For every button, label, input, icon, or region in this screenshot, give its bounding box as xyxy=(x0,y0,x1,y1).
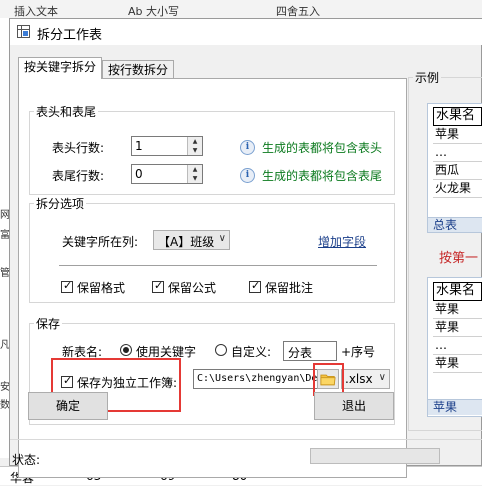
keep-format-label: 保留格式 xyxy=(77,281,126,295)
add-field-link[interactable]: 增加字段 xyxy=(318,233,366,250)
custom-name-label: 自定义: xyxy=(231,345,272,359)
spin-up-icon[interactable]: ▲ xyxy=(188,137,202,146)
progress-bar xyxy=(310,448,440,464)
header-rows-value: 1 xyxy=(135,139,143,153)
keep-comment-checkbox[interactable]: ✓ xyxy=(249,279,261,293)
preview-sheet-tab: 苹果 xyxy=(428,399,482,415)
custom-name-input[interactable]: 分表 xyxy=(283,341,337,361)
preview-caption: 按第一 xyxy=(439,251,479,266)
file-extension-select[interactable]: .xlsx ∨ xyxy=(341,369,390,389)
dialog-titlebar[interactable]: 拆分工作表 xyxy=(10,19,482,45)
keep-format-checkbox[interactable]: ✓ xyxy=(61,279,73,293)
header-hint: 生成的表都将包含表头 xyxy=(262,141,383,155)
chevron-down-icon: ∨ xyxy=(218,233,226,244)
case-command[interactable]: Ab 大小写 xyxy=(128,3,179,19)
spin-down-icon[interactable]: ▼ xyxy=(188,174,202,183)
info-icon: i xyxy=(240,168,255,183)
save-path-input[interactable]: C:\Users\zhengyan\De xyxy=(193,369,319,389)
ok-button[interactable]: 确定 xyxy=(28,392,108,420)
preview-cell: 火龙果 xyxy=(433,180,482,198)
preview-cell: 苹果 xyxy=(433,301,482,319)
preview-cell: 苹果 xyxy=(433,319,482,337)
header-rows-label: 表头行数: xyxy=(52,141,105,155)
custom-name-value: 分表 xyxy=(288,346,313,360)
excel-ribbon-strip: 插入文本 Ab 大小写 四舍五入 xyxy=(0,0,482,19)
insert-text-command[interactable]: 插入文本 xyxy=(14,3,58,19)
exit-button[interactable]: 退出 xyxy=(314,392,394,420)
app-icon xyxy=(17,25,30,38)
group-legend: 示例 xyxy=(415,71,440,85)
keyword-column-select[interactable]: 【A】班级 ∨ xyxy=(153,230,230,250)
keep-formula-label: 保留公式 xyxy=(168,281,217,295)
group-legend: 拆分选项 xyxy=(36,197,85,211)
tab-row-count-split[interactable]: 按行数拆分 xyxy=(102,60,174,80)
group-legend: 表头和表尾 xyxy=(36,105,97,119)
keep-formula-checkbox[interactable]: ✓ xyxy=(152,279,164,293)
chevron-down-icon: ∨ xyxy=(378,372,386,383)
keyword-column-label: 关键字所在列: xyxy=(62,235,139,249)
spin-up-icon[interactable]: ▲ xyxy=(188,165,202,174)
group-legend: 保存 xyxy=(36,317,61,331)
preview-cell: 水果名 xyxy=(433,282,482,301)
preview-sheet-tab: 总表 xyxy=(428,217,482,232)
preview-sheet-split: 水果名 苹果 苹果 … 苹果 苹果 xyxy=(427,277,482,417)
preview-sheet-total: 水果名 苹果 … 西瓜 火龙果 总表 xyxy=(427,103,482,233)
preview-cell: 苹果 xyxy=(433,126,482,144)
footer-rows-value: 0 xyxy=(135,167,143,181)
divider xyxy=(59,265,377,266)
tab-keyword-split[interactable]: 按关键字拆分 xyxy=(18,57,102,79)
dialog-title: 拆分工作表 xyxy=(37,28,103,43)
keep-comment-label: 保留批注 xyxy=(265,281,314,295)
info-icon: i xyxy=(240,140,255,155)
header-rows-stepper[interactable]: 1 ▲ ▼ xyxy=(131,136,203,156)
spin-down-icon[interactable]: ▼ xyxy=(188,146,202,155)
custom-name-radio[interactable] xyxy=(215,344,227,356)
split-sheet-dialog: 拆分工作表 按关键字拆分 按行数拆分 表头和表尾 表头行数: 1 ▲ ▼ i 生成… xyxy=(9,18,482,478)
status-label: 状态: xyxy=(12,453,41,467)
save-path-value: C:\Users\zhengyan\De xyxy=(197,373,318,384)
footer-rows-label: 表尾行数: xyxy=(52,169,105,183)
use-keyword-radio[interactable] xyxy=(120,344,132,356)
serial-suffix-label: +序号 xyxy=(341,345,376,359)
file-extension-value: .xlsx xyxy=(345,372,373,386)
footer-hint: 生成的表都将包含表尾 xyxy=(262,169,383,183)
preview-cell: … xyxy=(433,144,482,162)
preview-cell: 西瓜 xyxy=(433,162,482,180)
status-bar: 状态: xyxy=(10,439,482,467)
keyword-column-value: 【A】班级 xyxy=(158,235,215,249)
round-command[interactable]: 四舍五入 xyxy=(276,3,320,19)
preview-cell: 苹果 xyxy=(433,355,482,373)
preview-cell: 水果名 xyxy=(433,107,482,126)
preview-cell: … xyxy=(433,337,482,355)
footer-rows-stepper[interactable]: 0 ▲ ▼ xyxy=(131,164,203,184)
